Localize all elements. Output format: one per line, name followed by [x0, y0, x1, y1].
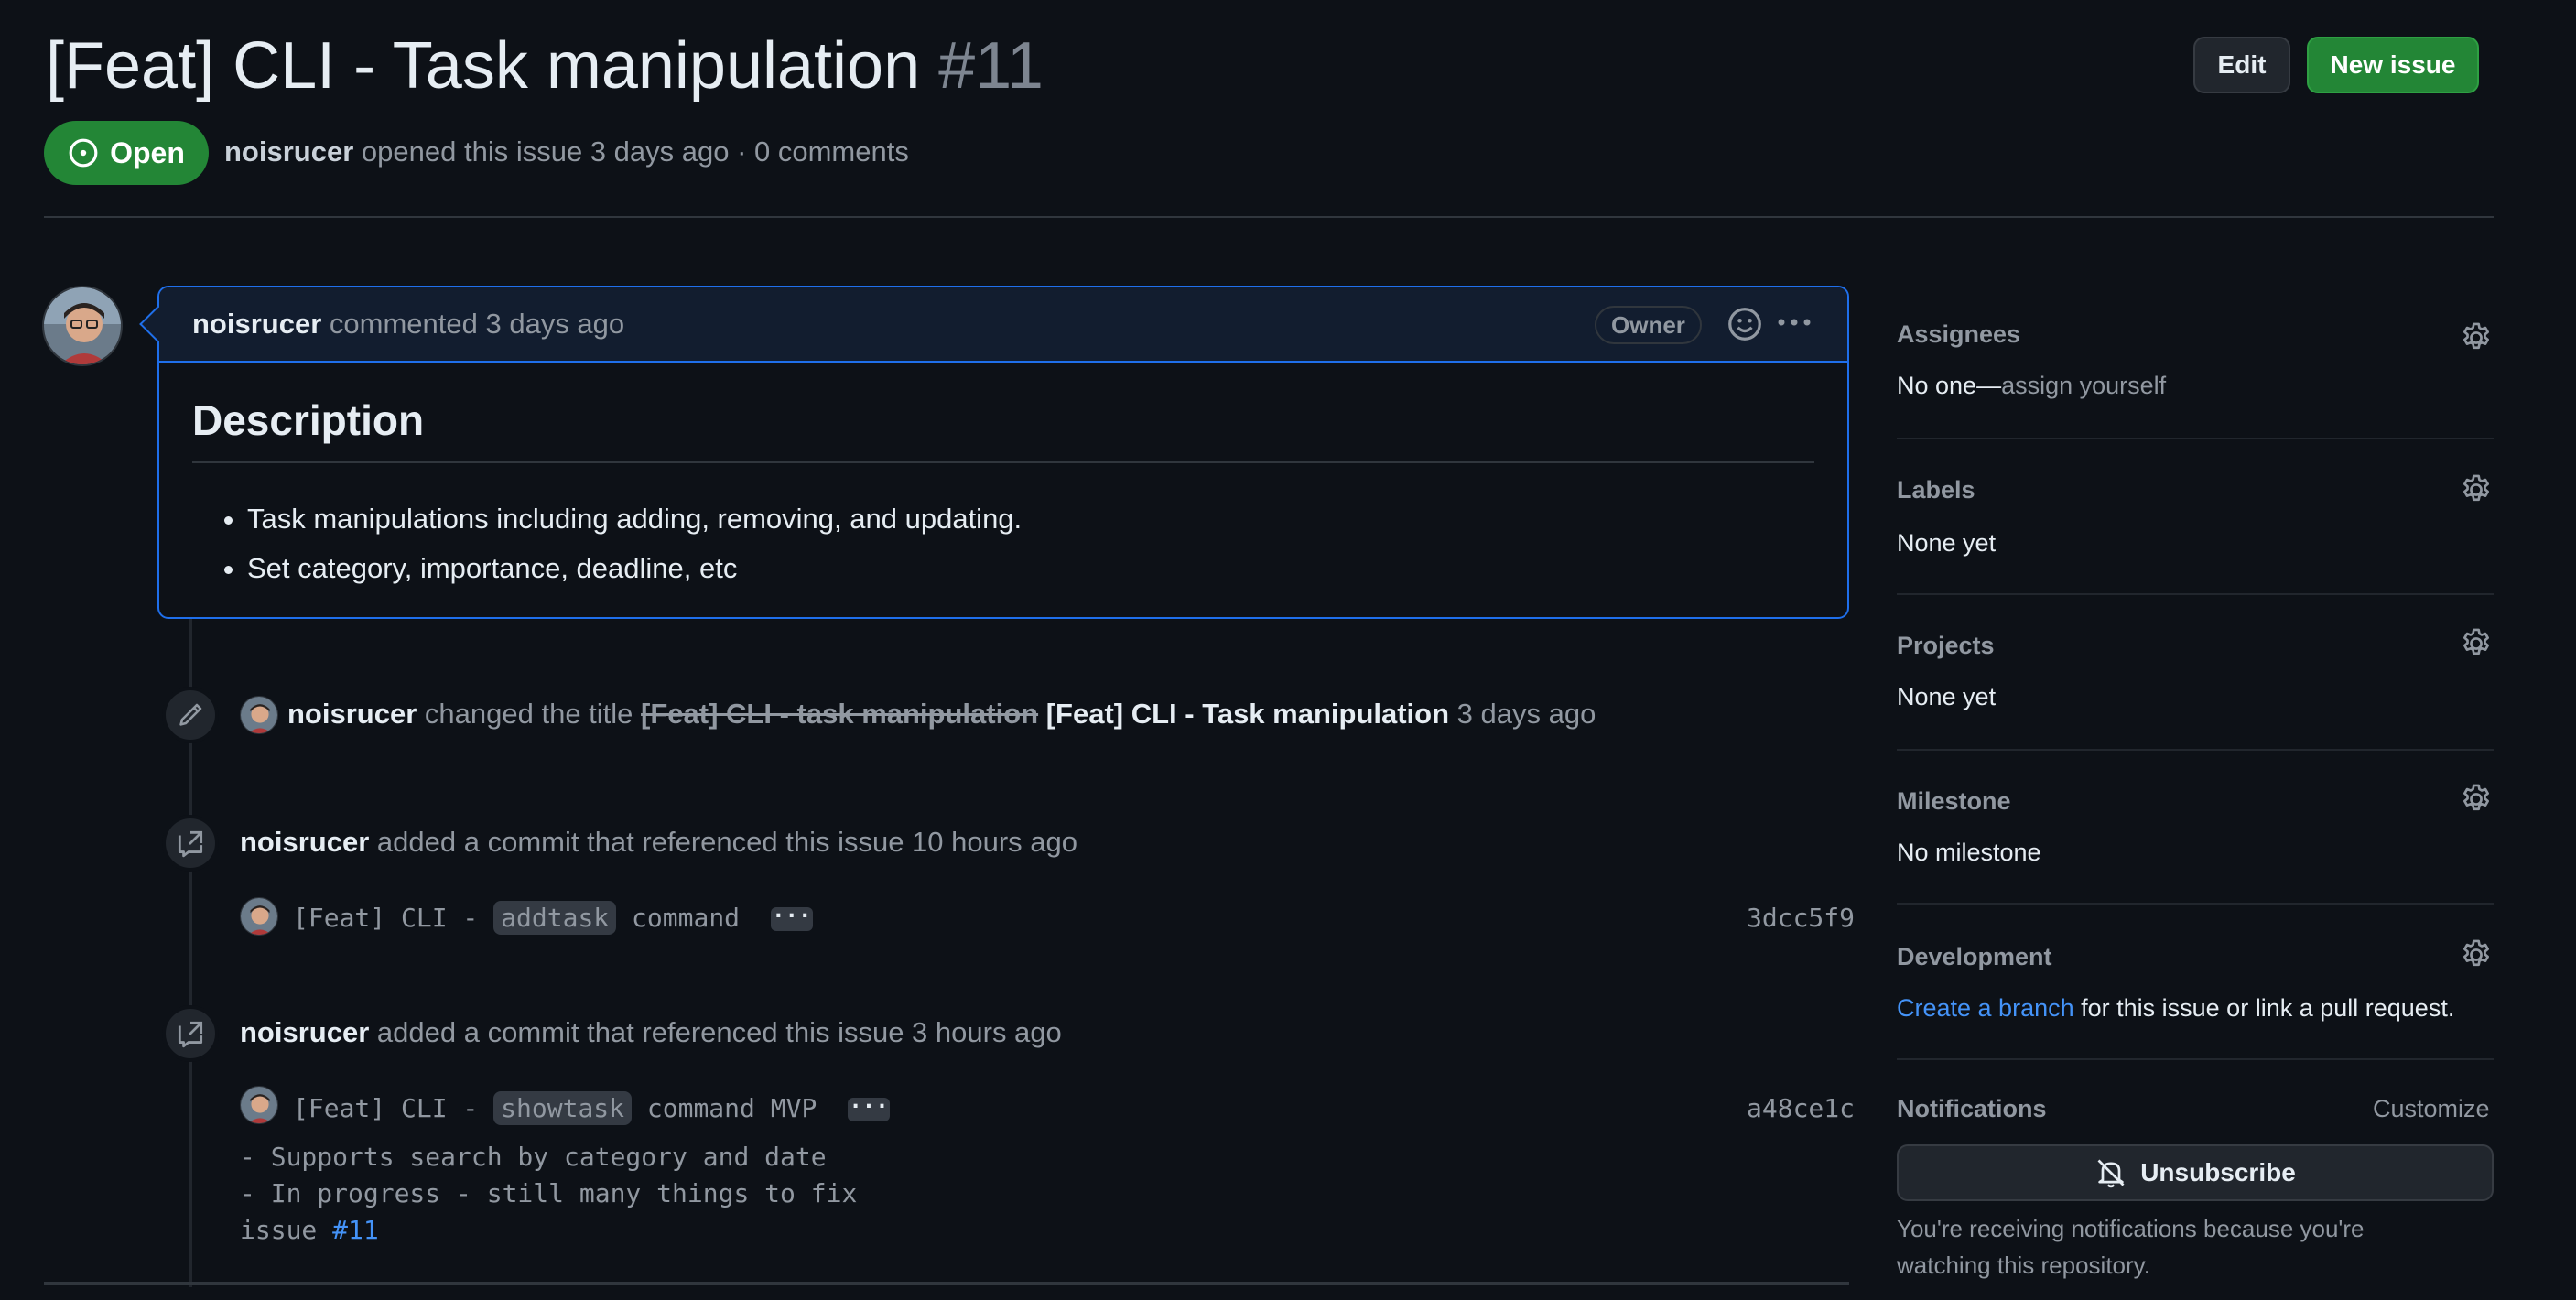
development-label[interactable]: Development	[1897, 943, 2052, 971]
sidebar-divider	[1897, 438, 2494, 439]
commit-body-line: - In progress - still many things to fix	[240, 1178, 858, 1208]
unsubscribe-button[interactable]: Unsubscribe	[1897, 1144, 2494, 1201]
comment-header: noisrucer commented 3 days ago Owner	[139, 287, 1847, 363]
cross-reference-icon	[162, 815, 219, 872]
assignees-none: No one—	[1897, 372, 2002, 399]
commit-body-line: issue	[240, 1215, 333, 1245]
list-item: Task manipulations including adding, rem…	[247, 494, 1022, 544]
commit-suffix[interactable]: command	[632, 903, 740, 933]
old-title: [Feat] CLI - task manipulation	[641, 698, 1039, 730]
create-branch-link[interactable]: Create a branch	[1897, 994, 2074, 1022]
description-list: Task manipulations including adding, rem…	[247, 494, 1022, 593]
kebab-icon[interactable]	[1774, 304, 1814, 341]
avatar[interactable]	[42, 286, 123, 366]
header-divider	[44, 216, 2494, 218]
status-label: Open	[110, 135, 185, 169]
notifications-label: Notifications	[1897, 1095, 2047, 1122]
event-time[interactable]: 3 days ago	[1457, 698, 1596, 730]
unsubscribe-label: Unsubscribe	[2140, 1158, 2296, 1186]
event-author-link[interactable]: noisrucer	[240, 1016, 369, 1048]
issue-number: #11	[938, 29, 1044, 103]
commit-sha[interactable]: 3dcc5f9	[1747, 903, 1855, 933]
assign-yourself-link[interactable]: assign yourself	[2001, 372, 2166, 399]
gear-icon[interactable]	[2459, 782, 2494, 817]
comment-pointer	[139, 306, 176, 342]
assignees-value: No one—assign yourself	[1897, 372, 2166, 400]
new-issue-button[interactable]: New issue	[2307, 37, 2479, 93]
commit-body-line: - Supports search by category and date	[240, 1142, 827, 1172]
smiley-icon[interactable]	[1726, 306, 1763, 342]
event-action: changed the title	[424, 698, 633, 730]
event-action: added a commit that referenced this issu…	[376, 826, 1078, 858]
comment-action[interactable]: commented 3 days ago	[330, 308, 624, 340]
comment-author-link[interactable]: noisrucer	[192, 308, 321, 340]
event-author-link[interactable]: noisrucer	[240, 826, 369, 858]
commit-code[interactable]: showtask	[493, 1091, 633, 1125]
bell-slash-icon	[2097, 1159, 2125, 1188]
commit-message[interactable]: [Feat] CLI - showtask command MVP ···	[293, 1091, 891, 1125]
notifications-note: You're receiving notifications because y…	[1897, 1215, 2365, 1279]
development-text: for this issue or link a pull request.	[2073, 994, 2455, 1022]
list-item: Set category, importance, deadline, etc	[247, 544, 1022, 593]
assignees-label[interactable]: Assignees	[1897, 320, 2020, 349]
description-heading: Description	[192, 396, 425, 444]
commit-prefix[interactable]: [Feat] CLI -	[293, 903, 478, 933]
labels-label[interactable]: Labels	[1897, 476, 1975, 504]
avatar[interactable]	[240, 897, 278, 936]
commit-body: - Supports search by category and date -…	[240, 1139, 857, 1249]
projects-label[interactable]: Projects	[1897, 632, 1995, 660]
gear-icon[interactable]	[2459, 937, 2494, 972]
issue-meta-text: opened this issue 3 days ago · 0 comment…	[361, 135, 909, 168]
event-action: added a commit that referenced this issu…	[376, 1016, 1062, 1048]
issue-open-icon	[69, 138, 98, 168]
cross-reference-icon	[162, 1005, 219, 1062]
commit-prefix[interactable]: [Feat] CLI -	[293, 1093, 478, 1123]
issue-title: [Feat] CLI - Task manipulation #11	[46, 27, 1044, 104]
status-badge: Open	[44, 121, 209, 185]
event-author-link[interactable]: noisrucer	[287, 698, 417, 730]
gear-icon[interactable]	[2459, 626, 2494, 661]
development-value: Create a branch for this issue or link a…	[1897, 994, 2454, 1023]
avatar[interactable]	[240, 1086, 278, 1124]
commit-reference-event: noisrucer added a commit that referenced…	[240, 826, 1077, 859]
sidebar-divider	[1897, 903, 2494, 905]
issue-meta: noisrucer opened this issue 3 days ago ·…	[224, 135, 909, 168]
owner-badge: Owner	[1595, 306, 1702, 344]
projects-value: None yet	[1897, 683, 1997, 710]
sidebar-divider	[1897, 1058, 2494, 1060]
labels-value: None yet	[1897, 529, 1997, 557]
gear-icon[interactable]	[2459, 320, 2494, 355]
commit-suffix[interactable]: command MVP	[647, 1093, 817, 1123]
commit-code[interactable]: addtask	[493, 901, 617, 935]
comment-card: noisrucer commented 3 days ago Owner Des…	[139, 286, 1849, 619]
issue-author-link[interactable]: noisrucer	[224, 135, 353, 168]
comment-author-line: noisrucer commented 3 days ago	[192, 308, 624, 341]
issue-link[interactable]: #11	[332, 1215, 379, 1245]
issue-title-text: [Feat] CLI - Task manipulation	[46, 29, 921, 103]
pencil-icon	[162, 687, 219, 743]
edit-button[interactable]: Edit	[2193, 37, 2290, 93]
avatar[interactable]	[240, 696, 278, 734]
timeline-divider	[44, 1282, 1849, 1285]
expand-commit-button[interactable]: ···	[848, 1095, 891, 1121]
rename-event: noisrucer changed the title [Feat] CLI -…	[287, 698, 1596, 731]
customize-link[interactable]: Customize	[2373, 1095, 2490, 1123]
sidebar-divider	[1897, 593, 2494, 595]
commit-reference-event: noisrucer added a commit that referenced…	[240, 1016, 1062, 1049]
commit-sha[interactable]: a48ce1c	[1747, 1093, 1855, 1123]
commit-message[interactable]: [Feat] CLI - addtask command ···	[293, 901, 813, 935]
new-title: [Feat] CLI - Task manipulation	[1045, 698, 1450, 730]
milestone-label[interactable]: Milestone	[1897, 787, 2011, 816]
description-divider	[192, 461, 1814, 463]
milestone-value: No milestone	[1897, 839, 2041, 866]
sidebar-divider	[1897, 749, 2494, 751]
gear-icon[interactable]	[2459, 472, 2494, 507]
expand-commit-button[interactable]: ···	[770, 905, 813, 931]
